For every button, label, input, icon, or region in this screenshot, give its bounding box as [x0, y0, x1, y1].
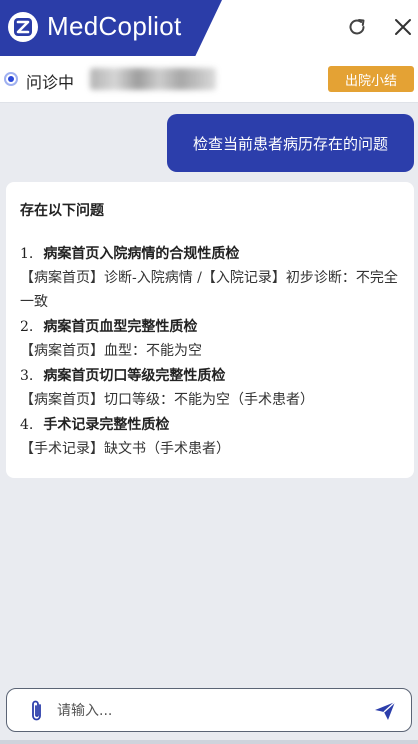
issue-title: 4. 手术记录完整性质检: [20, 413, 400, 437]
status-label: 问诊中: [26, 73, 75, 92]
status-bar: 问诊中 出院小结: [0, 56, 418, 103]
issue-number: 1.: [20, 246, 34, 262]
issue-title-text: 病案首页入院病情的合规性质检: [43, 246, 240, 262]
message-input[interactable]: [55, 695, 359, 727]
assistant-response-card: 存在以下问题 1. 病案首页入院病情的合规性质检 【病案首页】诊断-入院病情 /【…: [6, 182, 414, 478]
issue-detail: 【病案首页】诊断-入院病情 /【入院记录】初步诊断：不完全一致: [20, 270, 398, 310]
issue-title-text: 病案首页切口等级完整性质检: [43, 368, 226, 384]
issue-title-text: 病案首页血型完整性质检: [43, 319, 198, 335]
status-indicator: [4, 72, 18, 86]
issue-title: 3. 病案首页切口等级完整性质检: [20, 364, 400, 388]
issue-title: 1. 病案首页入院病情的合规性质检: [20, 242, 400, 266]
bottom-edge: [0, 740, 418, 744]
patient-name-redacted: [90, 68, 216, 90]
issue-detail: 【手术记录】缺文书（手术患者）: [20, 441, 230, 457]
brand-name: MedCopliot: [47, 11, 182, 41]
issue-number: 4.: [20, 417, 34, 433]
send-icon[interactable]: [373, 699, 397, 727]
issue-detail: 【病案首页】血型：不能为空: [20, 343, 202, 359]
user-message-bubble: 检查当前患者病历存在的问题: [167, 114, 414, 172]
discharge-summary-button[interactable]: 出院小结: [328, 66, 414, 92]
brand-banner: MedCopliot: [0, 0, 222, 56]
issue-detail: 【病案首页】切口等级：不能为空（手术患者）: [20, 392, 314, 408]
issue-number: 2.: [20, 319, 34, 335]
z-logo-icon: [8, 12, 38, 42]
refresh-icon[interactable]: [344, 14, 370, 40]
issue-title-text: 手术记录完整性质检: [43, 417, 170, 433]
close-icon[interactable]: [390, 14, 416, 40]
issue-title: 2. 病案首页血型完整性质检: [20, 315, 400, 339]
paperclip-icon[interactable]: [29, 699, 45, 727]
issue-number: 3.: [20, 368, 34, 384]
title-bar: MedCopliot: [0, 0, 418, 56]
message-composer: [6, 688, 412, 732]
response-title: 存在以下问题: [20, 203, 104, 219]
